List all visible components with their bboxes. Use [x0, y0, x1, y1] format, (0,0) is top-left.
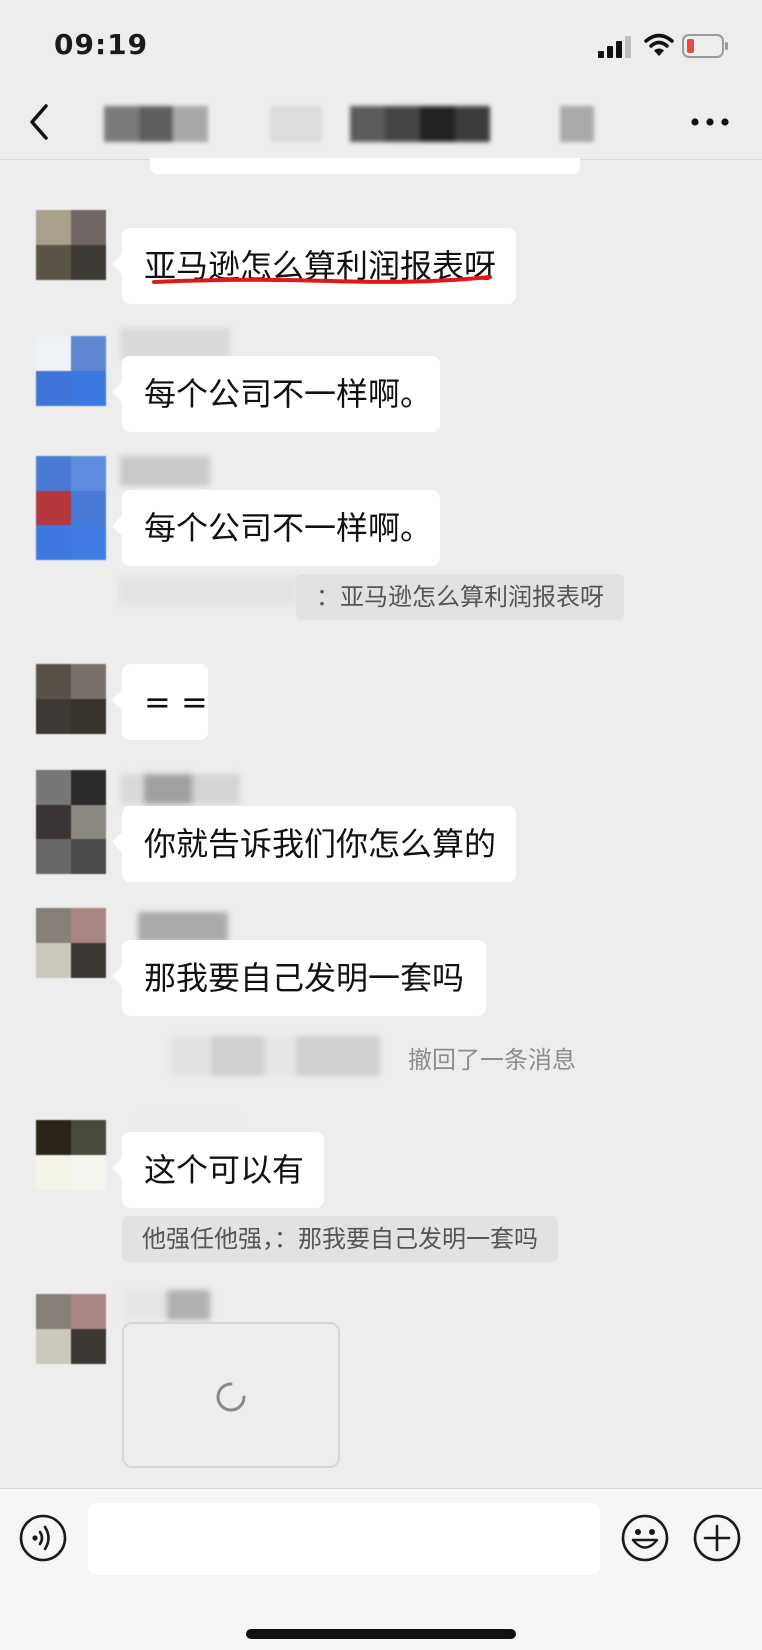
- wifi-icon: [644, 33, 674, 56]
- red-underline-mark: [152, 275, 492, 284]
- avatar[interactable]: [36, 210, 106, 280]
- message-bubble[interactable]: = =: [112, 664, 208, 740]
- quoted-message[interactable]: 他强任他强，：那我要自己发明一套吗: [122, 1216, 558, 1262]
- sender-name: [120, 774, 240, 804]
- battery-low-icon: [682, 34, 728, 58]
- avatar[interactable]: [36, 664, 106, 734]
- status-bar: 09:19: [0, 0, 762, 88]
- title-blur-2: [270, 106, 322, 142]
- chat-screen: 09:19 亚马逊怎么算利润报表呀 每个公司不一样啊。 每个公司不一样啊。 ：亚…: [0, 0, 762, 1650]
- voice-icon[interactable]: [18, 1513, 68, 1563]
- message-text: 每个公司不一样啊。: [144, 375, 433, 413]
- quote-text: ：亚马逊怎么算利润报表呀: [316, 583, 604, 611]
- quoted-message[interactable]: ：亚马逊怎么算利润报表呀: [296, 574, 624, 620]
- message-text: 每个公司不一样啊。: [144, 509, 433, 547]
- image-message[interactable]: [122, 1322, 340, 1468]
- title-blur-1: [104, 106, 208, 142]
- more-dots-icon[interactable]: [690, 116, 730, 128]
- avatar[interactable]: [36, 770, 106, 874]
- input-bar: [0, 1488, 762, 1650]
- message-text: 那我要自己发明一套吗: [144, 959, 465, 997]
- quote-sender-blur: [118, 576, 298, 606]
- title-blur-4: [560, 106, 594, 142]
- quote-text: 他强任他强，：那我要自己发明一套吗: [142, 1225, 538, 1253]
- recalled-sender-blur: [170, 1036, 380, 1076]
- sender-name: [138, 912, 228, 942]
- partial-bubble: [150, 158, 580, 174]
- message-text: 你就告诉我们你怎么算的: [144, 825, 497, 863]
- avatar[interactable]: [36, 1294, 106, 1364]
- sender-name: [124, 1290, 210, 1320]
- message-bubble[interactable]: 每个公司不一样啊。: [112, 356, 440, 432]
- title-blur-3: [350, 106, 490, 142]
- emoji-icon[interactable]: [620, 1513, 670, 1563]
- sender-name: [120, 328, 230, 358]
- message-bubble[interactable]: 那我要自己发明一套吗: [112, 940, 486, 1016]
- status-time: 09:19: [54, 28, 149, 61]
- home-indicator[interactable]: [246, 1629, 516, 1639]
- avatar[interactable]: [36, 908, 106, 978]
- message-bubble[interactable]: 每个公司不一样啊。: [112, 490, 440, 566]
- message-bubble[interactable]: 亚马逊怎么算利润报表呀: [112, 228, 516, 304]
- loading-spinner-icon: [216, 1382, 246, 1412]
- chat-nav-bar: [0, 88, 762, 160]
- signal-icon: [598, 36, 631, 58]
- sender-name: [120, 456, 210, 486]
- avatar[interactable]: [36, 456, 106, 560]
- system-message: 撤回了一条消息: [408, 1046, 576, 1074]
- message-text: 这个可以有: [144, 1151, 305, 1189]
- avatar[interactable]: [36, 1120, 106, 1190]
- message-list[interactable]: 亚马逊怎么算利润报表呀 每个公司不一样啊。 每个公司不一样啊。 ：亚马逊怎么算利…: [0, 158, 762, 1488]
- plus-icon[interactable]: [692, 1513, 742, 1563]
- message-text: = =: [144, 683, 208, 721]
- chevron-left-icon[interactable]: [24, 102, 54, 142]
- message-bubble[interactable]: 这个可以有: [112, 1132, 324, 1208]
- message-bubble[interactable]: 你就告诉我们你怎么算的: [112, 806, 516, 882]
- avatar[interactable]: [36, 336, 106, 406]
- message-input[interactable]: [88, 1503, 600, 1575]
